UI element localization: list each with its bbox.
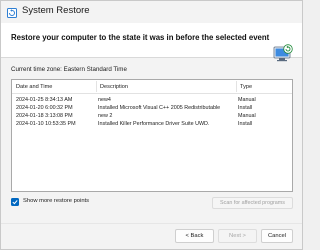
footer-divider	[1, 223, 302, 224]
table-row[interactable]: 2024-01-25 8:34:13 AM new4 Manual	[12, 96, 292, 104]
restore-computer-icon	[272, 43, 294, 65]
table-row[interactable]: 2024-01-10 10:53:35 PM Installed Killer …	[12, 120, 292, 128]
column-header-description[interactable]: Description	[100, 84, 128, 90]
row-description: Installed Microsoft Visual C++ 2005 Redi…	[98, 105, 221, 111]
row-description: Installed Killer Performance Driver Suit…	[98, 121, 210, 127]
column-divider[interactable]	[96, 81, 97, 92]
timezone-label: Current time zone: Eastern Standard Time	[11, 66, 127, 73]
row-type: Manual	[238, 113, 256, 119]
restore-points-table[interactable]: Date and Time Description Type 2024-01-2…	[11, 79, 293, 192]
show-more-restore-points-label[interactable]: Show more restore points	[23, 198, 89, 204]
row-type: Install	[238, 121, 253, 127]
scan-affected-programs-button[interactable]: Scan for affected programs	[212, 197, 293, 209]
row-date: 2024-01-20 6:00:32 PM	[16, 105, 73, 111]
window-title: System Restore	[22, 5, 90, 16]
row-date: 2024-01-10 10:53:35 PM	[16, 121, 76, 127]
table-header: Date and Time Description Type	[12, 80, 292, 94]
row-type: Install	[238, 105, 253, 111]
row-description: new4	[98, 97, 111, 103]
cancel-button[interactable]: Cancel	[261, 229, 293, 243]
page-header: Restore your computer to the state it wa…	[1, 23, 302, 62]
next-button[interactable]: Next >	[218, 229, 257, 243]
column-header-type[interactable]: Type	[240, 84, 252, 90]
row-date: 2024-01-18 3:13:08 PM	[16, 113, 73, 119]
row-date: 2024-01-25 8:34:13 AM	[16, 97, 73, 103]
row-type: Manual	[238, 97, 256, 103]
table-row[interactable]: 2024-01-20 6:00:32 PM Installed Microsof…	[12, 104, 292, 112]
system-restore-window: System Restore Restore your computer to …	[0, 0, 303, 250]
system-restore-icon	[6, 6, 18, 18]
column-header-date[interactable]: Date and Time	[16, 84, 52, 90]
page-heading: Restore your computer to the state it wa…	[11, 33, 270, 42]
column-divider[interactable]	[236, 81, 237, 92]
row-description: new 2	[98, 113, 113, 119]
title-bar[interactable]: System Restore	[1, 1, 302, 23]
checkbox-checked-icon[interactable]	[11, 198, 19, 206]
back-button[interactable]: < Back	[175, 229, 214, 243]
table-row[interactable]: 2024-01-18 3:13:08 PM new 2 Manual	[12, 112, 292, 120]
